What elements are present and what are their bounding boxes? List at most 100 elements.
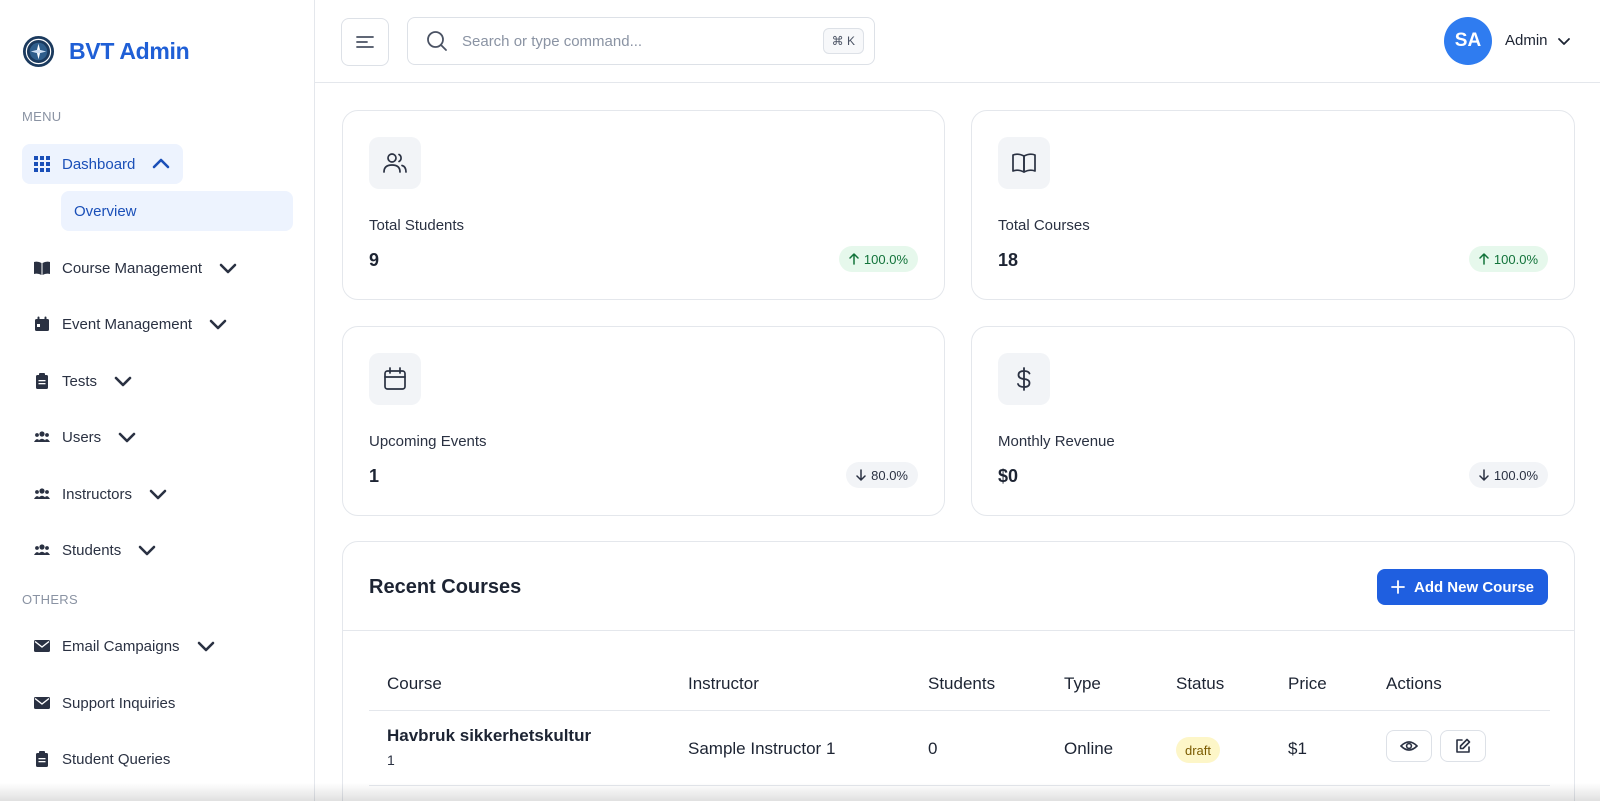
chevron-down-icon bbox=[149, 489, 167, 500]
user-menu[interactable]: Admin bbox=[1505, 32, 1572, 49]
arrow-up-icon bbox=[1479, 253, 1489, 265]
sidebar-item-dashboard[interactable]: Dashboard bbox=[22, 144, 184, 184]
chevron-down-icon bbox=[118, 432, 136, 443]
chevron-down-icon bbox=[219, 263, 237, 274]
avatar[interactable]: SA bbox=[1444, 17, 1492, 65]
sidebar-item-label: Course Management bbox=[62, 259, 203, 277]
stat-card-monthly-revenue: Monthly Revenue $0 100.0% bbox=[971, 326, 1575, 516]
sidebar-item-label: Student Queries bbox=[62, 750, 171, 768]
arrow-down-icon bbox=[1479, 469, 1489, 481]
sidebar-item-students[interactable]: Students bbox=[22, 530, 169, 570]
course-instructor: Sample Instructor 1 bbox=[688, 739, 836, 758]
edit-icon bbox=[1456, 738, 1471, 753]
sidebar-item-event-management[interactable]: Event Management bbox=[22, 304, 240, 344]
shortcut-badge: ⌘ K bbox=[822, 28, 864, 54]
stat-label: Total Students bbox=[369, 217, 465, 234]
brand[interactable]: BVT Admin bbox=[22, 35, 190, 68]
sidebar-item-label: Event Management bbox=[62, 315, 193, 333]
column-header: Price bbox=[1288, 674, 1327, 693]
stat-value: $0 bbox=[998, 466, 1019, 486]
chevron-down-icon bbox=[1557, 37, 1570, 45]
stat-card-total-courses: Total Courses 18 100.0% bbox=[971, 110, 1575, 300]
column-header: Actions bbox=[1386, 674, 1442, 693]
search-icon bbox=[427, 31, 447, 51]
sidebar-toggle-button[interactable] bbox=[341, 18, 389, 66]
others-section-label: OTHERS bbox=[22, 592, 78, 607]
status-badge: 100.0% bbox=[1468, 462, 1548, 488]
sidebar-item-label: Dashboard bbox=[62, 155, 136, 173]
course-type: Online bbox=[1064, 739, 1114, 758]
stat-label: Upcoming Events bbox=[369, 433, 487, 450]
mail-icon bbox=[34, 697, 50, 709]
divider bbox=[369, 785, 1550, 786]
column-header: Students bbox=[928, 674, 996, 693]
logo-icon bbox=[22, 35, 55, 68]
user-name: Admin bbox=[1505, 32, 1548, 49]
grid-icon bbox=[34, 156, 50, 172]
arrow-down-icon bbox=[856, 469, 866, 481]
stat-icon-box bbox=[998, 137, 1050, 189]
users-icon bbox=[34, 431, 50, 442]
sidebar-item-email-campaigns[interactable]: Email Campaigns bbox=[22, 626, 228, 666]
sidebar: BVT Admin MENU Dashboard Overview Course… bbox=[0, 0, 315, 801]
sidebar-item-users[interactable]: Users bbox=[22, 417, 149, 457]
recent-courses-card: Recent Courses Add New Course Course Ins… bbox=[342, 541, 1575, 801]
sidebar-item-course-management[interactable]: Course Management bbox=[22, 248, 250, 288]
users-icon bbox=[34, 544, 50, 555]
sidebar-item-student-queries[interactable]: Student Queries bbox=[22, 739, 182, 779]
column-header: Course bbox=[387, 674, 442, 693]
add-course-label: Add New Course bbox=[1413, 578, 1534, 596]
search-input[interactable] bbox=[462, 32, 823, 50]
stat-value: 9 bbox=[369, 250, 380, 270]
stat-value: 18 bbox=[998, 250, 1019, 270]
chevron-down-icon bbox=[114, 376, 132, 387]
book-open-icon bbox=[1012, 153, 1036, 173]
status-badge: draft bbox=[1176, 737, 1221, 763]
mail-icon bbox=[34, 640, 50, 652]
course-name[interactable]: Havbruk sikkerhetskultur bbox=[387, 726, 591, 746]
sidebar-item-instructors[interactable]: Instructors bbox=[22, 474, 180, 514]
stat-card-upcoming-events: Upcoming Events 1 80.0% bbox=[342, 326, 945, 516]
sidebar-item-label: Email Campaigns bbox=[62, 637, 180, 655]
arrow-up-icon bbox=[849, 253, 859, 265]
chevron-down-icon bbox=[209, 319, 227, 330]
course-students: 0 bbox=[928, 739, 938, 758]
column-header: Instructor bbox=[688, 674, 759, 693]
stat-icon-box bbox=[369, 137, 421, 189]
chevron-up-icon bbox=[153, 158, 170, 169]
add-course-button[interactable]: Add New Course bbox=[1376, 569, 1548, 605]
stat-value: 1 bbox=[369, 466, 380, 486]
edit-course-button[interactable] bbox=[1440, 730, 1486, 762]
course-price: $1 bbox=[1288, 739, 1307, 758]
users-icon bbox=[34, 488, 50, 499]
stat-card-total-students: Total Students 9 100.0% bbox=[342, 110, 945, 300]
status-badge: 80.0% bbox=[846, 462, 918, 488]
topbar: ⌘ K SA Admin bbox=[315, 0, 1600, 83]
calendar-icon bbox=[35, 316, 49, 331]
stat-label: Monthly Revenue bbox=[998, 433, 1115, 450]
view-course-button[interactable] bbox=[1386, 730, 1432, 762]
divider bbox=[369, 710, 1550, 711]
plus-icon bbox=[1391, 580, 1405, 594]
sidebar-item-label: Students bbox=[62, 541, 122, 559]
menu-icon bbox=[356, 36, 374, 48]
stat-icon-box bbox=[369, 353, 421, 405]
dollar-icon bbox=[1017, 367, 1031, 391]
sidebar-item-label: Support Inquiries bbox=[62, 694, 176, 712]
course-sub: 1 bbox=[387, 752, 395, 768]
search-bar[interactable]: ⌘ K bbox=[407, 17, 875, 65]
sidebar-subitem-overview[interactable]: Overview bbox=[61, 191, 293, 231]
stat-change: 80.0% bbox=[871, 467, 908, 483]
menu-section-label: MENU bbox=[22, 109, 62, 124]
sidebar-item-label: Instructors bbox=[62, 485, 133, 503]
chevron-down-icon bbox=[197, 641, 214, 652]
sidebar-item-support-inquiries[interactable]: Support Inquiries bbox=[22, 683, 187, 723]
stat-label: Total Courses bbox=[998, 217, 1090, 234]
book-icon bbox=[34, 261, 50, 275]
sidebar-item-label: Users bbox=[62, 428, 102, 446]
sidebar-item-tests[interactable]: Tests bbox=[22, 361, 145, 401]
brand-name: BVT Admin bbox=[69, 38, 190, 64]
stat-icon-box bbox=[998, 353, 1050, 405]
stat-change: 100.0% bbox=[1493, 251, 1538, 267]
status-badge: 100.0% bbox=[1468, 246, 1548, 272]
